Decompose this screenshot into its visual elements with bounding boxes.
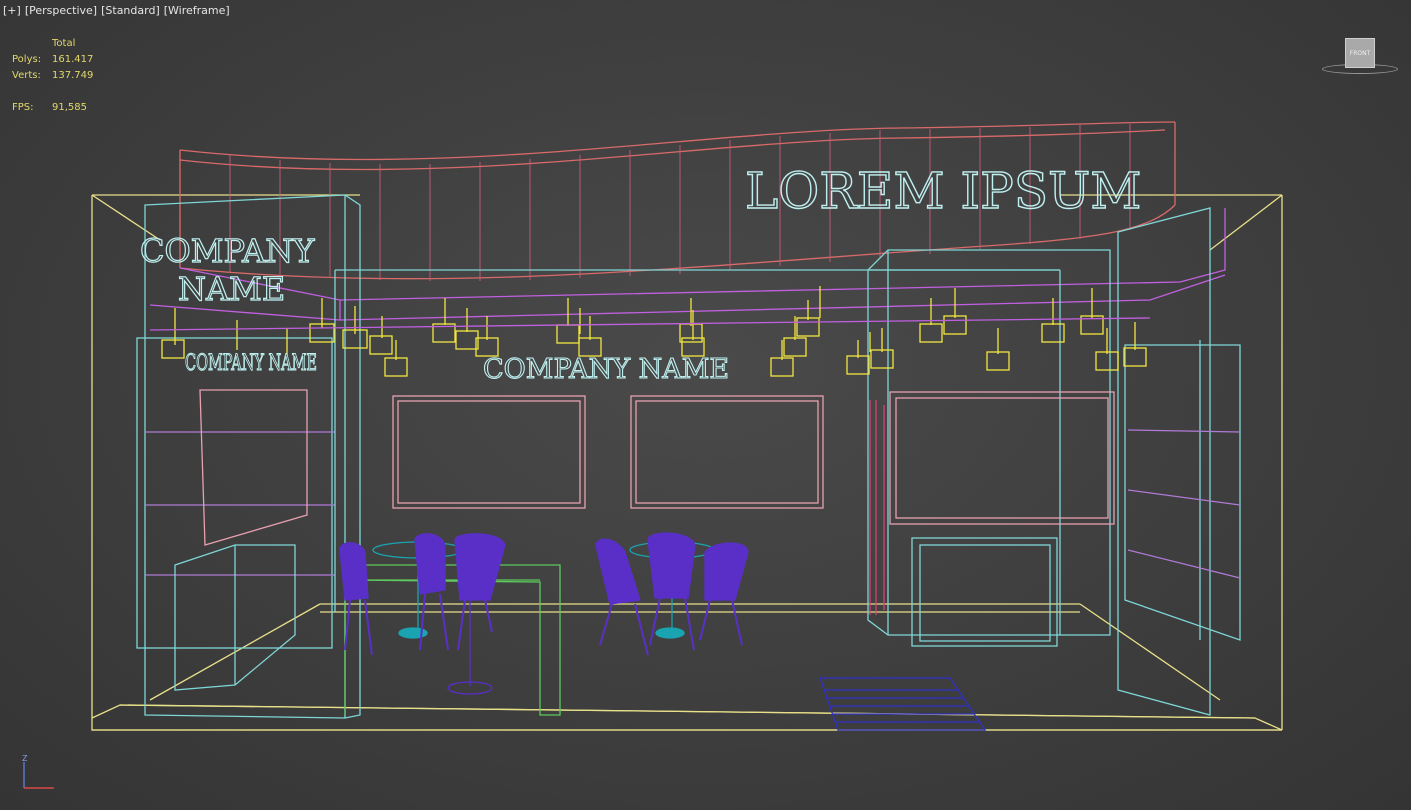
bar-stool: [447, 600, 493, 695]
z-axis-label: Z: [22, 754, 28, 763]
wireframe-scene[interactable]: LOREM IPSUM COMPANY NAME COMPANY NAME CO…: [0, 0, 1411, 810]
chair-legs: [344, 593, 743, 656]
left-tower-text-line2: NAME: [178, 270, 285, 308]
right-storage-room: [867, 249, 1111, 647]
back-wall-frames: [392, 395, 824, 509]
right-tower-shelves: [1127, 429, 1241, 579]
chairs: [339, 532, 749, 605]
storage-door: [869, 400, 885, 615]
left-panel-text: COMPANY NAME: [185, 351, 317, 376]
right-room-panel: [889, 391, 1115, 525]
lighting-track: [149, 317, 1151, 331]
left-tower-panel-frame: [199, 389, 308, 546]
left-tower-text-line1: COMPANY: [140, 232, 315, 270]
header-sign-text: LOREM IPSUM: [745, 162, 1141, 220]
entrance-mat: [819, 677, 987, 731]
axis-gizmo: Z: [22, 754, 54, 789]
back-wall-text: COMPANY NAME: [483, 354, 729, 385]
right-tower: [1117, 207, 1241, 716]
high-table-green: [343, 564, 561, 716]
